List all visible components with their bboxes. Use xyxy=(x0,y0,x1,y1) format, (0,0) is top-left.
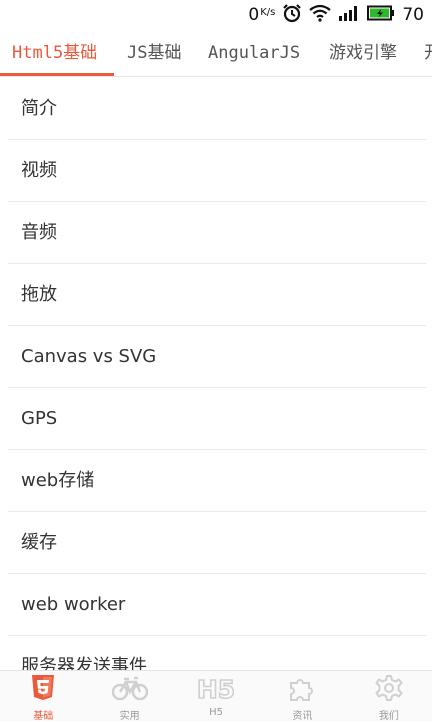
tab-game-engine[interactable]: 游戏引擎 xyxy=(329,30,397,76)
bottom-navigation: 基础 实用 H5 H5 资讯 我们 xyxy=(0,670,432,722)
topic-list: 简介 视频 音频 拖放 Canvas vs SVG GPS web存储 缓存 w… xyxy=(8,78,426,670)
tab-next-partial[interactable]: 开 xyxy=(424,30,432,76)
network-speed-unit: K/s xyxy=(260,6,276,18)
battery-percentage: 70 xyxy=(402,5,424,25)
list-item[interactable]: 音频 xyxy=(8,202,426,264)
nav-item-basics[interactable]: 基础 xyxy=(0,671,86,722)
list-item[interactable]: 视频 xyxy=(8,140,426,202)
category-tab-bar: Html5基础 JS基础 AngularJS 游戏引擎 开 xyxy=(0,30,432,77)
network-speed-value: 0 xyxy=(248,5,260,25)
list-item[interactable]: web worker xyxy=(8,574,426,636)
tab-angularjs[interactable]: AngularJS xyxy=(208,30,300,76)
status-icons: 0 K/s 70 xyxy=(248,3,424,27)
nav-item-news[interactable]: 资讯 xyxy=(259,671,345,722)
list-item[interactable]: 拖放 xyxy=(8,264,426,326)
puzzle-icon xyxy=(288,675,316,705)
list-item[interactable]: 服务器发送事件 xyxy=(8,636,426,670)
tab-html5-basics[interactable]: Html5基础 xyxy=(12,30,97,76)
signal-icon xyxy=(338,5,360,25)
h5-text-icon: H5 xyxy=(196,674,236,705)
active-tab-indicator xyxy=(0,73,114,76)
html5-icon xyxy=(31,675,55,705)
wifi-icon xyxy=(309,4,332,26)
tab-js-basics[interactable]: JS基础 xyxy=(127,30,181,76)
nav-item-h5[interactable]: H5 H5 xyxy=(173,671,259,721)
list-item[interactable]: GPS xyxy=(8,388,426,450)
list-item[interactable]: Canvas vs SVG xyxy=(8,326,426,388)
gear-icon xyxy=(375,675,403,705)
battery-icon xyxy=(367,5,395,25)
nav-label: H5 xyxy=(209,707,223,718)
status-bar: 0 K/s 70 xyxy=(0,0,432,30)
svg-text:H5: H5 xyxy=(198,675,234,701)
nav-item-practical[interactable]: 实用 xyxy=(86,671,172,722)
list-item[interactable]: 缓存 xyxy=(8,512,426,574)
list-item[interactable]: web存储 xyxy=(8,450,426,512)
list-item[interactable]: 简介 xyxy=(8,78,426,140)
bicycle-icon xyxy=(111,675,148,705)
alarm-icon xyxy=(282,3,302,27)
nav-item-about-us[interactable]: 我们 xyxy=(346,671,432,722)
